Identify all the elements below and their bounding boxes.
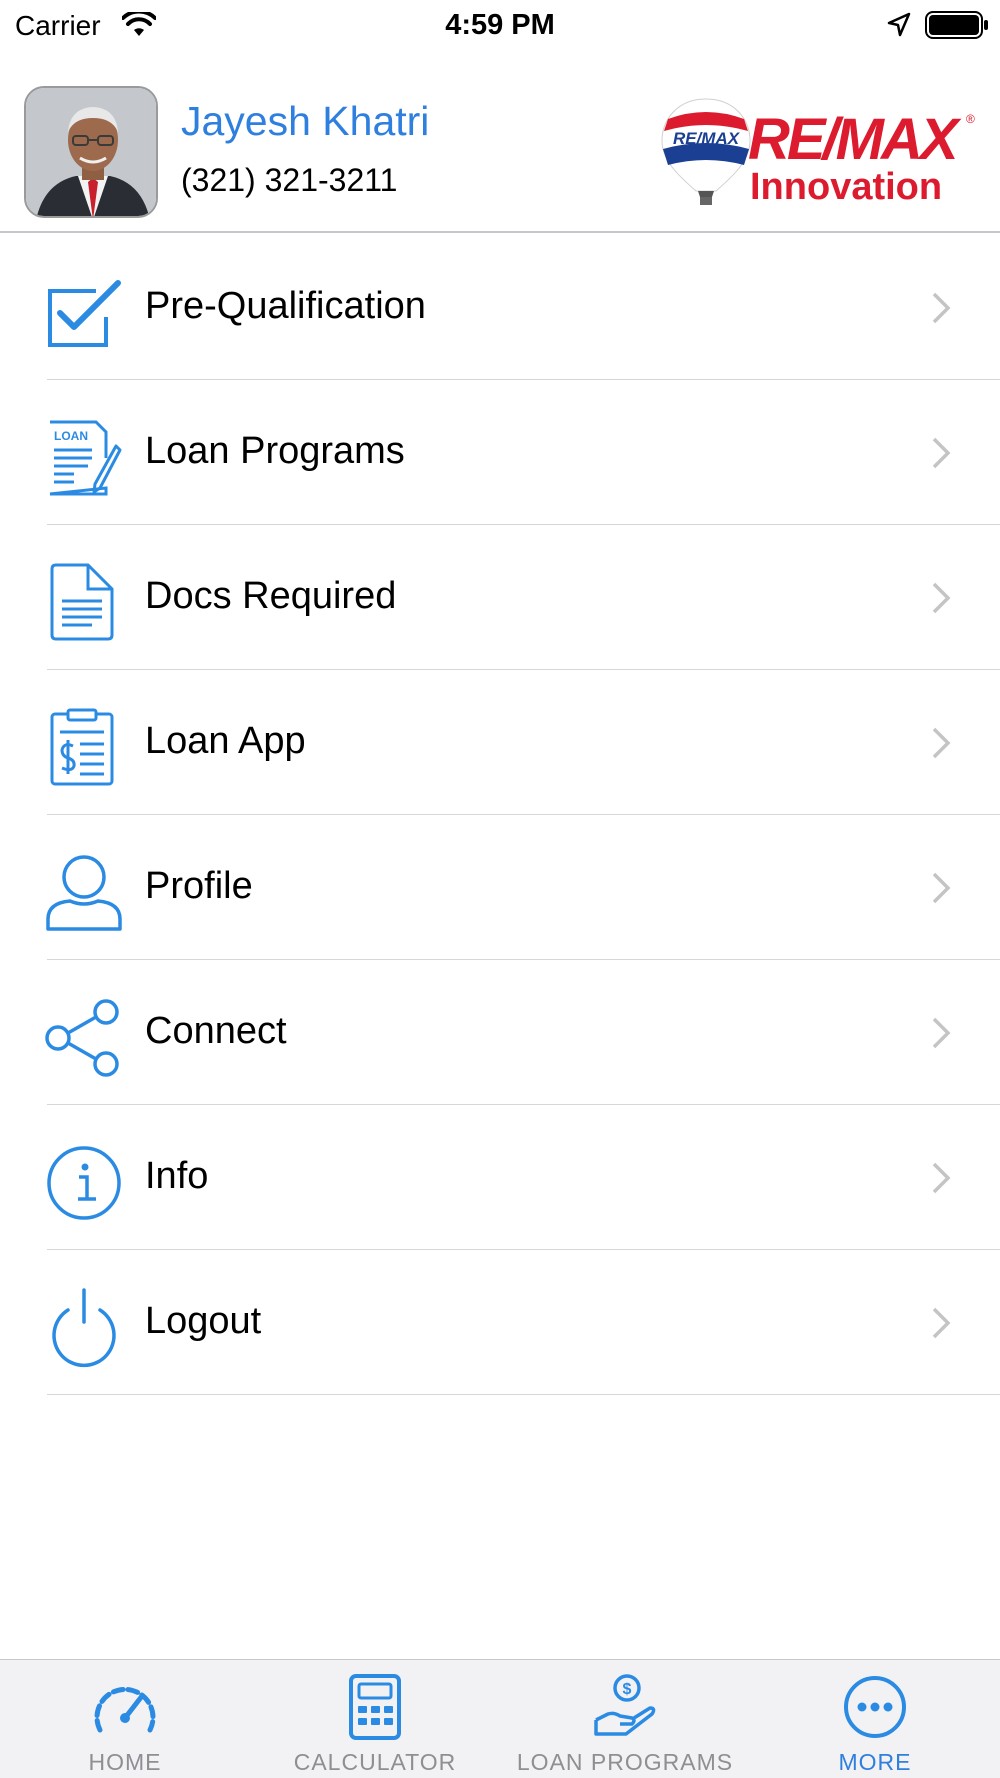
menu-item-docs-required[interactable]: Docs Required bbox=[0, 525, 1000, 670]
tab-label: CALCULATOR bbox=[293, 1749, 457, 1775]
tab-more[interactable]: MORE bbox=[750, 1660, 1000, 1778]
tab-label: MORE bbox=[838, 1749, 912, 1775]
menu-item-label: Loan Programs bbox=[145, 430, 405, 472]
location-icon bbox=[887, 12, 911, 37]
menu-item-label: Connect bbox=[145, 1010, 287, 1052]
menu-item-label: Pre-Qualification bbox=[145, 285, 426, 327]
logo-subtitle: Innovation bbox=[750, 166, 942, 208]
registered-mark: ® bbox=[966, 112, 975, 126]
balloon-text: RE/MAX bbox=[673, 129, 741, 148]
loan-icon-text: LOAN bbox=[54, 429, 88, 443]
status-time: 4:59 PM bbox=[445, 9, 555, 41]
checkbox-icon bbox=[48, 280, 121, 347]
chevron-right-icon bbox=[932, 437, 951, 469]
menu-item-label: Profile bbox=[145, 865, 253, 907]
chevron-right-icon bbox=[932, 872, 951, 904]
remax-logo: RE/MAX RE/MAX ® Innovation bbox=[661, 98, 975, 208]
chevron-right-icon bbox=[932, 1307, 951, 1339]
chevron-right-icon bbox=[932, 582, 951, 614]
chevron-right-icon bbox=[932, 727, 951, 759]
svg-text:$: $ bbox=[623, 1681, 632, 1698]
document-icon bbox=[50, 563, 114, 641]
menu-item-label: Logout bbox=[145, 1300, 262, 1342]
calculator-icon bbox=[349, 1674, 401, 1740]
hand-dollar-icon: $ bbox=[594, 1674, 656, 1736]
clipboard-dollar-icon bbox=[50, 708, 114, 786]
status-bar: Carrier 4:59 PM bbox=[0, 0, 1000, 50]
menu-item-profile[interactable]: Profile bbox=[0, 815, 1000, 960]
more-menu-list: Pre-Qualification LOAN Loan Programs Doc… bbox=[0, 235, 1000, 1395]
tab-loan-programs[interactable]: $ LOAN PROGRAMS bbox=[500, 1660, 750, 1778]
agent-name[interactable]: Jayesh Khatri bbox=[181, 98, 429, 145]
menu-item-logout[interactable]: Logout bbox=[0, 1250, 1000, 1395]
menu-item-label: Docs Required bbox=[145, 575, 397, 617]
logo-wordmark: RE/MAX bbox=[748, 107, 962, 172]
tab-label: LOAN PROGRAMS bbox=[516, 1749, 734, 1775]
info-icon bbox=[47, 1146, 121, 1220]
chevron-right-icon bbox=[932, 1017, 951, 1049]
more-icon bbox=[844, 1676, 906, 1738]
power-icon bbox=[52, 1288, 116, 1368]
agent-header: Jayesh Khatri (321) 321-3211 RE/MAX RE/M… bbox=[0, 50, 1000, 233]
user-icon bbox=[46, 855, 122, 931]
menu-item-pre-qualification[interactable]: Pre-Qualification bbox=[0, 235, 1000, 380]
menu-item-connect[interactable]: Connect bbox=[0, 960, 1000, 1105]
chevron-right-icon bbox=[932, 1162, 951, 1194]
loan-document-icon: LOAN bbox=[49, 420, 122, 496]
menu-item-label: Loan App bbox=[145, 720, 306, 762]
tab-calculator[interactable]: CALCULATOR bbox=[250, 1660, 500, 1778]
menu-item-label: Info bbox=[145, 1155, 209, 1197]
agent-avatar[interactable] bbox=[24, 86, 158, 218]
tab-bar: HOME CALCULATOR $ LOAN PROGRAMS MORE bbox=[0, 1659, 1000, 1778]
battery-icon bbox=[925, 11, 988, 39]
menu-item-info[interactable]: Info bbox=[0, 1105, 1000, 1250]
avatar-photo bbox=[26, 88, 156, 216]
share-icon bbox=[45, 999, 119, 1077]
agent-phone[interactable]: (321) 321-3211 bbox=[181, 162, 397, 199]
tab-home[interactable]: HOME bbox=[0, 1660, 250, 1778]
tab-label: HOME bbox=[88, 1749, 162, 1775]
chevron-right-icon bbox=[932, 292, 951, 324]
speedometer-icon bbox=[94, 1686, 156, 1733]
menu-item-loan-app[interactable]: Loan App bbox=[0, 670, 1000, 815]
menu-item-loan-programs[interactable]: LOAN Loan Programs bbox=[0, 380, 1000, 525]
